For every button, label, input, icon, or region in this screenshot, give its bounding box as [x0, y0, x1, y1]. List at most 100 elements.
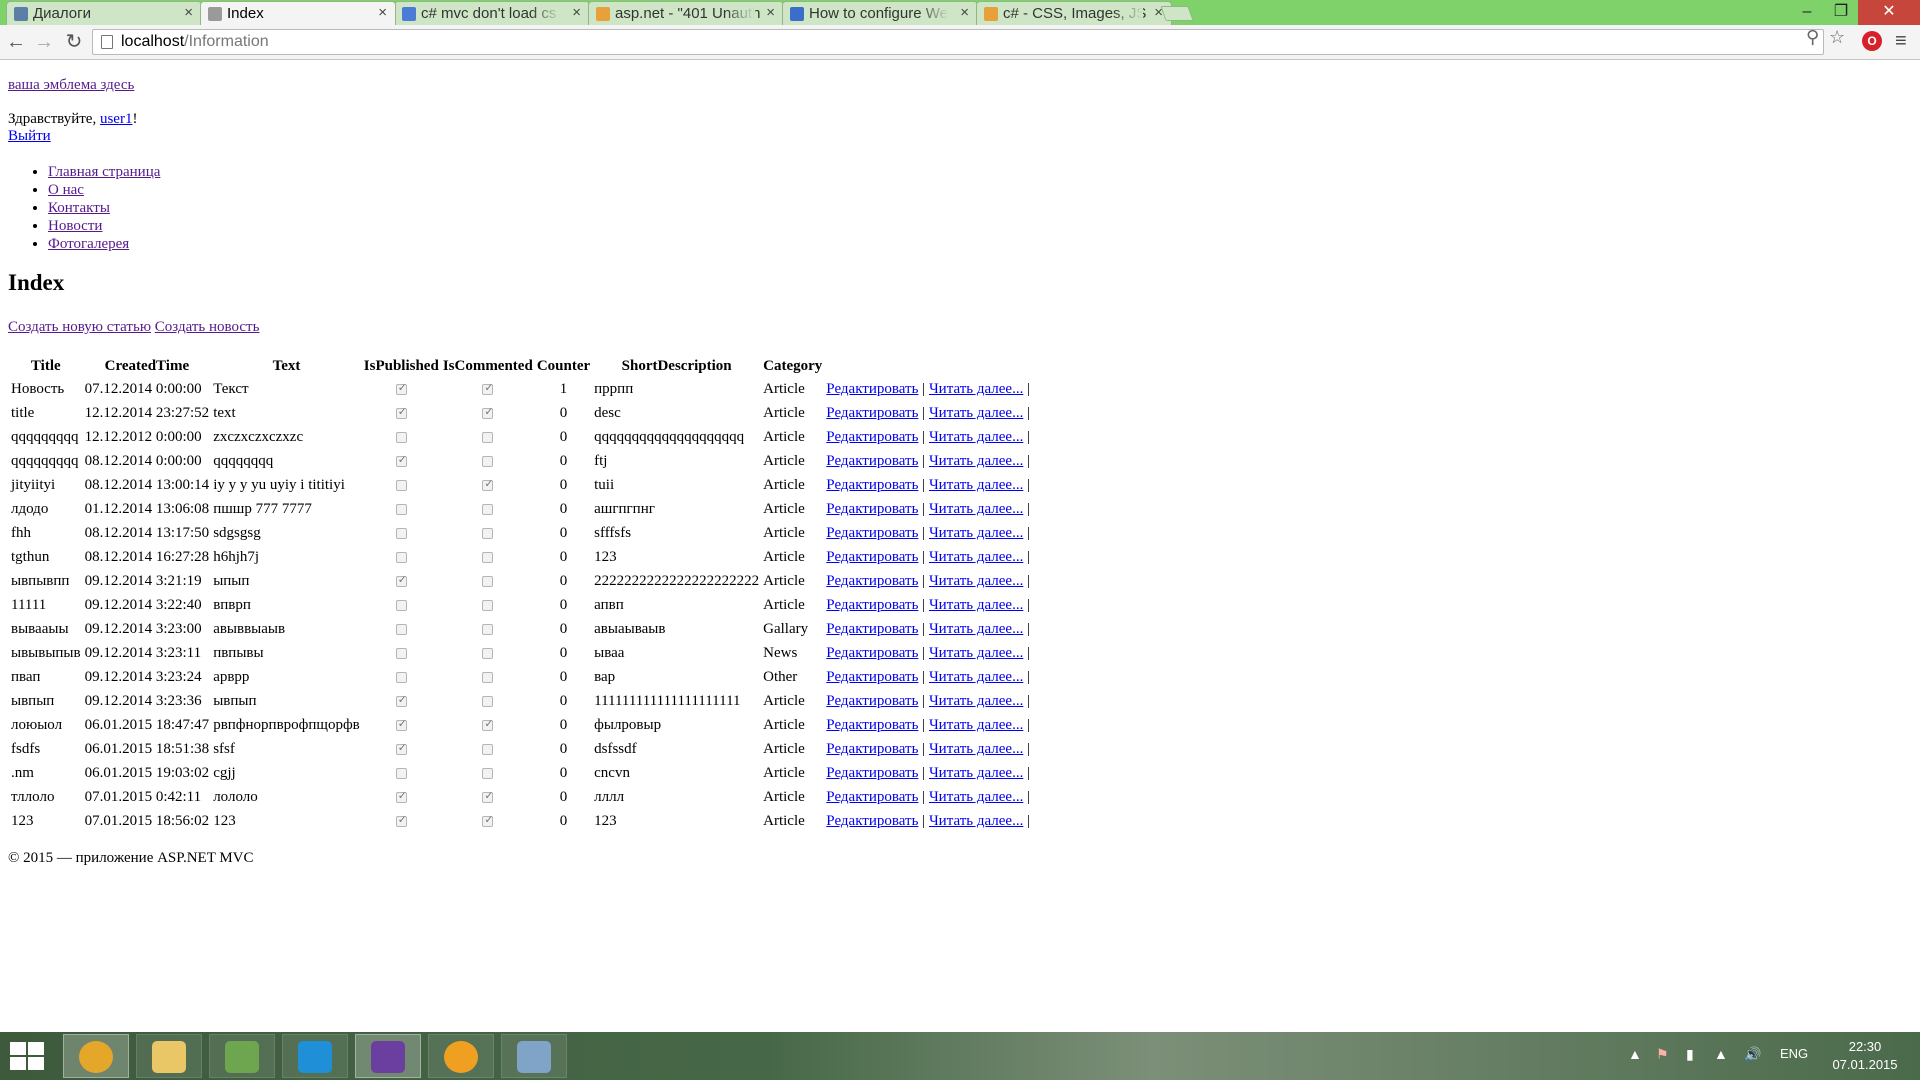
edit-link[interactable]: Редактировать [826, 741, 918, 757]
browser-tab[interactable]: How to configure We × [782, 1, 978, 25]
nav-link-home[interactable]: Главная страница [48, 164, 160, 180]
search-icon[interactable]: ⚲ [1806, 27, 1819, 48]
edit-link[interactable]: Редактировать [826, 549, 918, 565]
cell-title: 11111 [11, 596, 47, 613]
nav-link-gallery[interactable]: Фотогалерея [48, 236, 129, 252]
read-more-link[interactable]: Читать далее... [929, 477, 1023, 493]
read-more-link[interactable]: Читать далее... [929, 453, 1023, 469]
tab-close-icon[interactable]: × [766, 4, 775, 21]
clock[interactable]: 22:30 07.01.2015 [1820, 1038, 1910, 1074]
read-more-link[interactable]: Читать далее... [929, 765, 1023, 781]
cell-title: лоюыол [11, 716, 63, 733]
browser-tab[interactable]: asp.net - "401 Unauth × [588, 1, 784, 25]
edit-link[interactable]: Редактировать [826, 405, 918, 421]
published-checkbox [395, 431, 407, 443]
edit-link[interactable]: Редактировать [826, 525, 918, 541]
read-more-link[interactable]: Читать далее... [929, 573, 1023, 589]
extension-icon[interactable]: O [1862, 31, 1882, 51]
browser-tab[interactable]: Index × [200, 1, 396, 25]
battery-icon[interactable]: ▮ [1686, 1046, 1694, 1063]
cell-text: Текст [213, 380, 249, 397]
forward-icon[interactable]: → [32, 30, 56, 54]
browser-tab[interactable]: c# mvc don't load cs × [394, 1, 590, 25]
username-link[interactable]: user1 [100, 111, 133, 127]
cell-short-description: ашгпгпнг [594, 500, 655, 517]
read-more-link[interactable]: Читать далее... [929, 381, 1023, 397]
read-more-link[interactable]: Читать далее... [929, 813, 1023, 829]
language-indicator[interactable]: ENG [1780, 1046, 1808, 1061]
tab-close-icon[interactable]: × [184, 4, 193, 21]
read-more-link[interactable]: Читать далее... [929, 669, 1023, 685]
taskbar-app-webstorm[interactable] [282, 1034, 348, 1078]
volume-icon[interactable]: 🔊 [1744, 1046, 1761, 1063]
cell-title: title [11, 404, 35, 421]
edit-link[interactable]: Редактировать [826, 669, 918, 685]
browser-tab[interactable]: Диалоги × [6, 1, 202, 25]
cell-counter: 0 [559, 692, 568, 709]
edit-link[interactable]: Редактировать [826, 645, 918, 661]
logout-link[interactable]: Выйти [8, 128, 51, 145]
reload-icon[interactable]: ↻ [62, 30, 86, 54]
minimize-button[interactable]: – [1790, 0, 1824, 25]
tab-close-icon[interactable]: × [960, 4, 969, 21]
edit-link[interactable]: Редактировать [826, 453, 918, 469]
edit-link[interactable]: Редактировать [826, 621, 918, 637]
cell-title: jityiityi [11, 476, 56, 493]
taskbar-app-explorer[interactable] [136, 1034, 202, 1078]
edit-link[interactable]: Редактировать [826, 813, 918, 829]
action-center-icon[interactable]: ⚑ [1656, 1046, 1669, 1063]
published-checkbox [395, 623, 407, 635]
start-button[interactable] [10, 1042, 46, 1072]
bookmark-star-icon[interactable]: ☆ [1829, 27, 1845, 48]
nav-link-news[interactable]: Новости [48, 218, 102, 234]
read-more-link[interactable]: Читать далее... [929, 789, 1023, 805]
edit-link[interactable]: Редактировать [826, 429, 918, 445]
tab-close-icon[interactable]: × [378, 4, 387, 21]
nav-link-about[interactable]: О нас [48, 182, 84, 198]
browser-tab[interactable]: c# - CSS, Images, JS × [976, 1, 1172, 25]
taskbar-app-image-editor[interactable] [209, 1034, 275, 1078]
create-news-link[interactable]: Создать новость [155, 319, 260, 335]
articles-table: Title CreatedTime Text IsPublished IsCom… [8, 354, 1033, 834]
maximize-button[interactable]: ❐ [1824, 0, 1858, 25]
read-more-link[interactable]: Читать далее... [929, 717, 1023, 733]
back-icon[interactable]: ← [4, 30, 28, 54]
new-tab-button[interactable] [1160, 6, 1194, 21]
edit-link[interactable]: Редактировать [826, 477, 918, 493]
tab-close-icon[interactable]: × [572, 4, 581, 21]
menu-icon[interactable]: ≡ [1895, 30, 1907, 53]
read-more-link[interactable]: Читать далее... [929, 645, 1023, 661]
close-window-button[interactable]: ✕ [1858, 0, 1920, 25]
edit-link[interactable]: Редактировать [826, 501, 918, 517]
edit-link[interactable]: Редактировать [826, 693, 918, 709]
create-article-link[interactable]: Создать новую статью [8, 319, 151, 335]
read-more-link[interactable]: Читать далее... [929, 621, 1023, 637]
address-bar[interactable]: localhost/Information [92, 29, 1824, 55]
taskbar-app-chrome[interactable] [63, 1034, 129, 1078]
taskbar-app-aimp[interactable] [428, 1034, 494, 1078]
read-more-link[interactable]: Читать далее... [929, 693, 1023, 709]
nav-link-contacts[interactable]: Контакты [48, 200, 110, 216]
edit-link[interactable]: Редактировать [826, 765, 918, 781]
cell-created: 08.12.2014 0:00:00 [84, 452, 202, 469]
show-hidden-icons-icon[interactable]: ▲ [1628, 1046, 1642, 1062]
taskbar-app-visual-studio[interactable] [355, 1034, 421, 1078]
logo-link[interactable]: ваша эмблема здесь [8, 77, 134, 94]
read-more-link[interactable]: Читать далее... [929, 525, 1023, 541]
action-separator: | [922, 620, 926, 637]
read-more-link[interactable]: Читать далее... [929, 549, 1023, 565]
read-more-link[interactable]: Читать далее... [929, 741, 1023, 757]
edit-link[interactable]: Редактировать [826, 381, 918, 397]
edit-link[interactable]: Редактировать [826, 597, 918, 613]
read-more-link[interactable]: Читать далее... [929, 429, 1023, 445]
browser-toolbar: ← → ↻ localhost/Information ⚲ ☆ O ≡ [0, 25, 1920, 60]
read-more-link[interactable]: Читать далее... [929, 405, 1023, 421]
read-more-link[interactable]: Читать далее... [929, 597, 1023, 613]
edit-link[interactable]: Редактировать [826, 717, 918, 733]
read-more-link[interactable]: Читать далее... [929, 501, 1023, 517]
network-icon[interactable]: ▲ [1714, 1046, 1728, 1062]
edit-link[interactable]: Редактировать [826, 573, 918, 589]
cell-actions: Редактировать | Читать далее... | [825, 498, 1031, 520]
edit-link[interactable]: Редактировать [826, 789, 918, 805]
taskbar-app-network-app[interactable] [501, 1034, 567, 1078]
